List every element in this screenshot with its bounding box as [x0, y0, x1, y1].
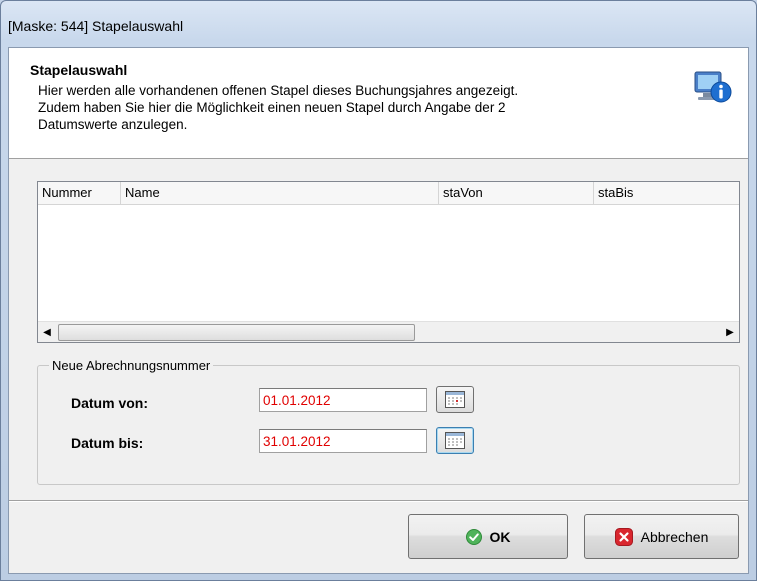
column-header-nummer[interactable]: Nummer [38, 182, 121, 204]
column-header-stavon[interactable]: staVon [439, 182, 594, 204]
header-title: Stapelauswahl [30, 62, 128, 78]
calendar-icon [445, 432, 465, 449]
ok-button[interactable]: OK [408, 514, 568, 559]
cancel-button-label: Abbrechen [640, 528, 709, 545]
datum-von-input[interactable]: 01.01.2012 [259, 388, 427, 412]
new-number-groupbox [37, 365, 740, 485]
header-description: Hier werden alle vorhandenen offenen Sta… [38, 83, 519, 132]
scroll-left-icon[interactable]: ◀ [38, 322, 56, 342]
grid-header: Nummer Name staVon staBis [38, 182, 739, 205]
dialog-header: Stapelauswahl Hier werden alle vorhanden… [9, 48, 748, 159]
dialog-window: [Maske: 544] Stapelauswahl Stapelauswahl… [0, 0, 757, 581]
datum-bis-calendar-button[interactable] [436, 427, 474, 454]
cancel-button[interactable]: Abbrechen [584, 514, 739, 559]
dialog-client-area: Stapelauswahl Hier werden alle vorhanden… [8, 47, 749, 574]
column-header-stabis[interactable]: staBis [594, 182, 739, 204]
close-icon [614, 527, 633, 546]
datum-von-calendar-button[interactable] [436, 386, 474, 413]
column-header-name[interactable]: Name [121, 182, 439, 204]
footer-separator [9, 500, 748, 502]
horizontal-scrollbar[interactable]: ◀ ▶ [38, 321, 739, 342]
calendar-icon [445, 391, 465, 408]
datum-bis-input[interactable]: 31.01.2012 [259, 429, 427, 453]
check-icon [465, 528, 482, 545]
datum-bis-label: Datum bis: [71, 435, 144, 451]
stapel-grid[interactable]: Nummer Name staVon staBis ◀ ▶ [37, 181, 740, 343]
scrollbar-thumb[interactable] [58, 324, 415, 341]
window-title: [Maske: 544] Stapelauswahl [8, 18, 184, 34]
groupbox-legend: Neue Abrechnungsnummer [49, 358, 214, 373]
info-computer-icon [694, 71, 732, 103]
ok-button-label: OK [489, 528, 511, 545]
scroll-right-icon[interactable]: ▶ [721, 322, 739, 342]
datum-von-label: Datum von: [71, 395, 148, 411]
